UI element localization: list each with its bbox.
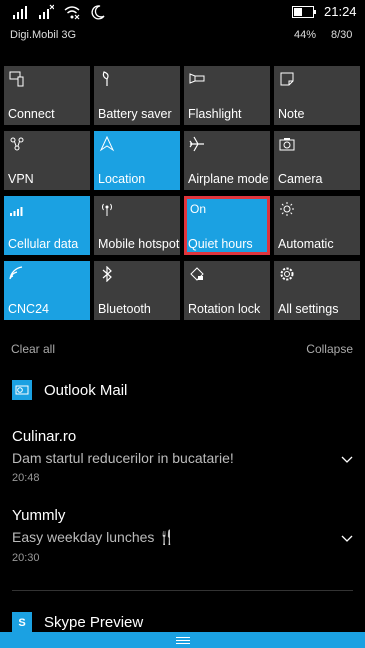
carrier-name: Digi.Mobil 3G	[10, 29, 77, 41]
tile-bluetooth[interactable]: Bluetooth	[94, 261, 180, 320]
location-icon	[99, 135, 115, 152]
gear-icon	[279, 266, 295, 282]
bluetooth-icon	[99, 265, 115, 283]
collapse-button[interactable]: Collapse	[306, 342, 353, 356]
signal-icon	[12, 4, 28, 20]
signal-x-icon	[38, 4, 55, 20]
note-icon	[279, 71, 295, 87]
app-title: Outlook Mail	[44, 381, 128, 399]
tile-label: Rotation lock	[188, 302, 261, 316]
notification-title: Yummly	[12, 507, 66, 524]
moon-icon	[90, 4, 106, 20]
notification-time: 20:48	[12, 472, 40, 484]
tile-label: VPN	[8, 172, 34, 186]
status-bar: Digi.Mobil 3G 21:24 44% 8/30	[0, 0, 365, 50]
flashlight-icon	[189, 71, 205, 87]
tile-label: Camera	[278, 172, 323, 186]
tile-battery-saver[interactable]: Battery saver	[94, 66, 180, 125]
camera-icon	[279, 136, 295, 152]
connect-icon	[9, 71, 25, 87]
chevron-down-icon[interactable]	[341, 451, 353, 463]
tile-wifi-network[interactable]: CNC24	[4, 261, 90, 320]
tile-label: Flashlight	[188, 107, 242, 121]
tile-location[interactable]: Location	[94, 131, 180, 190]
tile-label: Connect	[8, 107, 55, 121]
divider	[12, 590, 353, 591]
tile-label: CNC24	[8, 302, 49, 316]
tile-label: Airplane mode	[188, 172, 269, 186]
notification-body: Dam startul reducerilor in bucatarie!	[12, 450, 234, 466]
tile-flashlight[interactable]: Flashlight	[184, 66, 270, 125]
tile-camera[interactable]: Camera	[274, 131, 360, 190]
skype-icon: S	[12, 612, 32, 632]
tile-automatic-brightness[interactable]: Automatic	[274, 196, 360, 255]
tile-connect[interactable]: Connect	[4, 66, 90, 125]
tile-label: Note	[278, 107, 305, 121]
action-center-handle-bar[interactable]	[0, 632, 365, 648]
airplane-icon	[189, 136, 205, 152]
tile-label: Bluetooth	[98, 302, 151, 316]
notification-item[interactable]: Culinar.ro Dam startul reducerilor in bu…	[12, 428, 357, 484]
skype-preview-header[interactable]: S Skype Preview	[12, 612, 143, 632]
tile-label: Quiet hours	[188, 237, 253, 251]
notification-item[interactable]: Yummly Easy weekday lunches 🍴 20:30	[12, 507, 357, 564]
tile-vpn[interactable]: VPN	[4, 131, 90, 190]
page-count: 8/30	[331, 29, 353, 41]
tile-airplane-mode[interactable]: Airplane mode	[184, 131, 270, 190]
brightness-icon	[279, 201, 295, 217]
tile-mobile-hotspot[interactable]: Mobile hotspot	[94, 196, 180, 255]
vpn-icon	[9, 136, 25, 152]
svg-text:S: S	[18, 617, 25, 629]
quick-actions-grid: Connect Battery saver Flashlight Note VP…	[4, 66, 360, 320]
tile-label: Cellular data	[8, 237, 79, 251]
quiet-hours-state: On	[190, 202, 207, 216]
wifi-icon	[9, 266, 25, 282]
battery-icon	[292, 6, 316, 18]
tile-label: Automatic	[278, 237, 334, 251]
tile-note[interactable]: Note	[274, 66, 360, 125]
chevron-down-icon[interactable]	[341, 530, 353, 542]
tile-cellular-data[interactable]: Cellular data	[4, 196, 90, 255]
tile-label: Mobile hotspot	[98, 237, 180, 251]
outlook-mail-header[interactable]: Outlook Mail	[12, 380, 127, 400]
app-title: Skype Preview	[44, 613, 144, 631]
notification-time: 20:30	[12, 552, 40, 564]
tile-rotation-lock[interactable]: Rotation lock	[184, 261, 270, 320]
clock: 21:24	[324, 4, 357, 19]
clear-all-button[interactable]: Clear all	[11, 342, 55, 356]
drag-handle-icon[interactable]	[175, 636, 190, 644]
outlook-icon	[12, 380, 32, 400]
tile-label: All settings	[278, 302, 339, 316]
rotation-lock-icon	[189, 266, 205, 282]
tile-quiet-hours[interactable]: On Quiet hours	[184, 196, 270, 255]
tile-label: Location	[98, 172, 146, 186]
leaf-icon	[99, 71, 115, 87]
notification-body: Easy weekday lunches 🍴	[12, 529, 176, 545]
tile-all-settings[interactable]: All settings	[274, 261, 360, 320]
cellular-signal-icon	[9, 201, 25, 217]
battery-percentage: 44%	[294, 29, 317, 41]
wifi-x-icon	[64, 4, 80, 20]
hotspot-icon	[99, 201, 115, 217]
notification-title: Culinar.ro	[12, 428, 77, 445]
tile-label: Battery saver	[98, 107, 172, 121]
